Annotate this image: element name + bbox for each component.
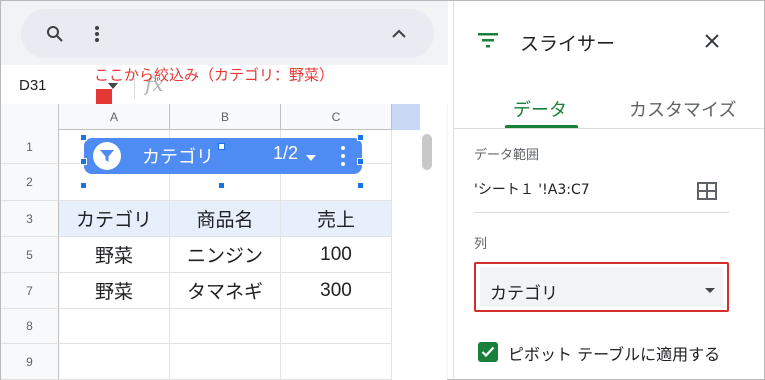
resize-handle[interactable]: [218, 182, 225, 189]
filter-icon[interactable]: [93, 142, 121, 170]
data-range-underline: [474, 212, 729, 213]
cell[interactable]: タマネギ: [170, 273, 281, 309]
cell[interactable]: ニンジン: [170, 237, 281, 273]
column-select[interactable]: カテゴリ: [480, 267, 723, 307]
column-select-value: カテゴリ: [490, 284, 558, 304]
row-header[interactable]: 2: [1, 164, 59, 201]
column-header-row: A B C: [1, 104, 421, 130]
tab-divider: [454, 128, 764, 129]
column-label: 列: [474, 237, 488, 252]
filter-list-icon: [478, 33, 498, 48]
row-header[interactable]: 8: [1, 309, 59, 344]
tab-data[interactable]: データ: [513, 96, 567, 122]
check-icon: [481, 346, 495, 358]
select-range-icon[interactable]: [697, 182, 717, 200]
slicer-dropdown-icon[interactable]: [306, 155, 316, 161]
column-header-a[interactable]: A: [59, 104, 170, 130]
tab-customize[interactable]: カスタマイズ: [629, 96, 736, 122]
data-range-input[interactable]: 'シート１ '!A3:C7: [474, 179, 590, 199]
column-header-d[interactable]: [392, 104, 421, 130]
close-icon[interactable]: [702, 31, 722, 51]
resize-handle[interactable]: [80, 134, 87, 141]
cell[interactable]: [281, 309, 392, 344]
cell[interactable]: カテゴリ: [59, 201, 170, 237]
cell[interactable]: 野菜: [59, 237, 170, 273]
slicer-count[interactable]: 1/2: [273, 143, 298, 164]
cell[interactable]: [170, 309, 281, 344]
slicer-panel: スライサー データ カスタマイズ データ範囲 'シート１ '!A3:C7 列 カ…: [453, 1, 764, 378]
data-range-label: データ範囲: [474, 148, 540, 163]
row-header[interactable]: 5: [1, 237, 59, 273]
annotation-text: ここから絞込み（カテゴリ：野菜）: [94, 66, 335, 84]
resize-handle[interactable]: [357, 158, 364, 165]
scrollbar-thumb[interactable]: [422, 134, 432, 170]
vertical-scrollbar[interactable]: [420, 104, 447, 380]
row-header[interactable]: 7: [1, 273, 59, 309]
pivot-checkbox[interactable]: [478, 342, 498, 362]
slicer-label: カテゴリ: [142, 147, 214, 168]
row-header[interactable]: 1: [1, 130, 59, 164]
row-header[interactable]: 9: [1, 344, 59, 380]
toolbar: [21, 9, 434, 58]
cell[interactable]: [59, 309, 170, 344]
resize-handle[interactable]: [80, 182, 87, 189]
resize-handle[interactable]: [357, 182, 364, 189]
column-select-highlight: カテゴリ: [474, 262, 729, 312]
cell[interactable]: 売上: [281, 201, 392, 237]
select-all-corner[interactable]: [1, 104, 59, 130]
search-icon[interactable]: [42, 21, 68, 47]
resize-handle[interactable]: [80, 158, 87, 165]
column-header-b[interactable]: B: [170, 104, 281, 130]
panel-title: スライサー: [520, 33, 616, 55]
resize-handle[interactable]: [357, 134, 364, 141]
cell[interactable]: 100: [281, 237, 392, 273]
chevron-up-icon[interactable]: [386, 21, 412, 47]
pivot-checkbox-label[interactable]: ピボット テーブルに適用する: [508, 341, 720, 365]
cell[interactable]: 商品名: [170, 201, 281, 237]
column-header-c[interactable]: C: [281, 104, 392, 130]
dropdown-arrow-icon[interactable]: [705, 288, 715, 293]
name-box[interactable]: D31: [19, 77, 47, 94]
cell[interactable]: 野菜: [59, 273, 170, 309]
more-vert-icon[interactable]: [84, 21, 110, 47]
cell[interactable]: 300: [281, 273, 392, 309]
row-header[interactable]: 3: [1, 201, 59, 237]
cell[interactable]: [170, 344, 281, 380]
cell[interactable]: [281, 344, 392, 380]
cell[interactable]: [59, 344, 170, 380]
resize-handle[interactable]: [218, 143, 225, 150]
slicer-more-icon[interactable]: [341, 146, 345, 166]
